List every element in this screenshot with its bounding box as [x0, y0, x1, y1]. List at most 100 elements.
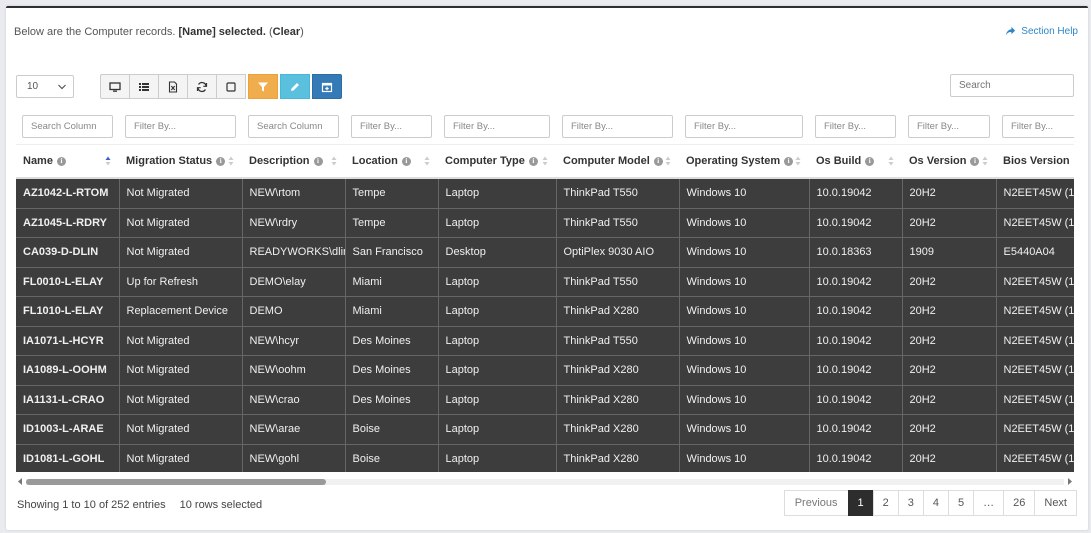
page-3-button[interactable]: 3 — [897, 490, 924, 516]
cell-name: FL1010-L-ELAY — [16, 296, 120, 327]
records-table: Search Column Filter By... Search Column Fi… — [16, 108, 1074, 472]
cell-location: Des Moines — [345, 326, 439, 356]
page-4-button[interactable]: 4 — [922, 490, 949, 516]
column-filter-location[interactable]: Filter By... — [351, 114, 432, 138]
cell-location: Boise — [345, 414, 439, 445]
cell-computer-model: ThinkPad X280 — [556, 385, 680, 415]
column-header-os-version[interactable]: Os Version i — [902, 144, 996, 179]
column-header-location[interactable]: Location i — [345, 144, 438, 179]
column-header-bios-version[interactable]: Bios Versioni — [996, 144, 1074, 179]
column-filter-description[interactable]: Search Column — [248, 114, 339, 138]
column-header-migration-status[interactable]: Migration Status i — [119, 144, 242, 179]
sort-icon[interactable] — [228, 156, 234, 166]
table-row[interactable]: AZ1042-L-RTOM Not Migrated NEW\rtom Tempe La… — [16, 178, 1074, 209]
cell-os-build: 10.0.19042 — [809, 385, 903, 415]
scrollbar-thumb[interactable] — [26, 479, 326, 485]
cell-os-build: 10.0.19042 — [809, 208, 903, 238]
table-row[interactable]: IA1071-L-HCYR Not Migrated NEW\hcyr Des Moi… — [16, 326, 1074, 356]
filter-button[interactable] — [248, 74, 278, 99]
table-row[interactable]: IA1089-L-OOHM Not Migrated NEW\oohm Des Moi… — [16, 355, 1074, 386]
column-header-name[interactable]: Name i — [16, 144, 119, 179]
page-1-button[interactable]: 1 — [847, 490, 874, 516]
section-help-link[interactable]: Section Help — [1005, 26, 1078, 37]
column-filter-computer-model[interactable]: Filter By... — [562, 114, 673, 138]
edit-button[interactable] — [280, 74, 310, 99]
page-2-button[interactable]: 2 — [872, 490, 899, 516]
column-header-os-build[interactable]: Os Build i — [809, 144, 902, 179]
info-icon[interactable]: i — [313, 157, 323, 166]
cell-description: NEW\crao — [242, 385, 346, 415]
column-filter-migration-status[interactable]: Filter By... — [125, 114, 236, 138]
info-icon[interactable]: i — [56, 157, 66, 166]
cell-location: Tempe — [345, 208, 439, 238]
clear-link[interactable]: Clear — [273, 26, 301, 38]
export-excel-button[interactable] — [158, 74, 188, 99]
next-page-button[interactable]: Next — [1034, 490, 1077, 516]
column-header-computer-model[interactable]: Computer Model i — [556, 144, 679, 179]
add-schedule-button[interactable] — [312, 74, 342, 99]
sort-icon[interactable] — [982, 156, 988, 166]
info-icon[interactable]: i — [528, 157, 538, 166]
list-icon — [139, 82, 149, 91]
cell-operating-system: Windows 10 — [679, 178, 810, 209]
column-header-label: Computer Model — [563, 155, 650, 167]
cell-computer-type: Laptop — [438, 208, 557, 238]
cell-migration-status: Not Migrated — [119, 208, 243, 238]
page-26-button[interactable]: 26 — [1003, 490, 1036, 516]
info-icon[interactable]: i — [784, 157, 794, 166]
info-icon[interactable]: i — [401, 157, 411, 166]
sort-icon[interactable] — [888, 156, 894, 166]
table-row[interactable]: IA1131-L-CRAO Not Migrated NEW\crao Des Moi… — [16, 385, 1074, 415]
column-filter-name[interactable]: Search Column — [22, 114, 113, 138]
info-icon[interactable]: i — [216, 157, 226, 166]
cell-location: Boise — [345, 444, 439, 472]
sort-icon[interactable] — [424, 156, 430, 166]
sort-icon[interactable] — [665, 156, 671, 166]
cell-os-version: 20H2 — [902, 267, 997, 297]
column-filter-os-build[interactable]: Filter By... — [815, 114, 896, 138]
table-row[interactable]: CA039-D-DLIN Not Migrated READYWORKS\dlin S… — [16, 237, 1074, 268]
cell-name: IA1071-L-HCYR — [16, 326, 120, 356]
records-table-wrapper: Search Column Filter By... Search Column Fi… — [16, 108, 1074, 472]
table-row[interactable]: ID1003-L-ARAE Not Migrated NEW\arae Boise La… — [16, 414, 1074, 445]
select-all-button[interactable] — [216, 74, 246, 99]
table-row[interactable]: AZ1045-L-RDRY Not Migrated NEW\rdry Tempe La… — [16, 208, 1074, 238]
info-icon[interactable]: i — [970, 157, 980, 166]
list-view-button[interactable] — [129, 74, 159, 99]
column-filter-bios-version[interactable]: Filter By... — [1002, 114, 1074, 138]
column-header-operating-system[interactable]: Operating System i — [679, 144, 809, 179]
column-filter-computer-type[interactable]: Filter By... — [444, 114, 550, 138]
column-header-computer-type[interactable]: Computer Type i — [438, 144, 556, 179]
info-icon[interactable]: i — [653, 157, 663, 166]
cell-os-version: 1909 — [902, 237, 997, 268]
cell-computer-model: ThinkPad X280 — [556, 414, 680, 445]
cell-os-build: 10.0.19042 — [809, 355, 903, 386]
sort-ascending-icon[interactable] — [105, 156, 111, 166]
info-icon[interactable]: i — [865, 157, 875, 166]
scroll-right-icon[interactable] — [1066, 477, 1074, 486]
cell-computer-type: Laptop — [438, 296, 557, 327]
cell-computer-type: Desktop — [438, 237, 557, 268]
horizontal-scrollbar[interactable] — [16, 477, 1074, 486]
cell-name: IA1131-L-CRAO — [16, 385, 120, 415]
monitor-view-button[interactable] — [100, 74, 130, 99]
sort-icon[interactable] — [542, 156, 548, 166]
previous-page-button[interactable]: Previous — [783, 490, 849, 516]
refresh-button[interactable] — [187, 74, 217, 99]
cell-bios-version: N2EET45W (1.27 ) — [996, 178, 1074, 209]
cell-os-version: 20H2 — [902, 296, 997, 327]
scroll-left-icon[interactable] — [16, 477, 24, 486]
column-filter-operating-system[interactable]: Filter By... — [685, 114, 803, 138]
column-filter-os-version[interactable]: Filter By... — [908, 114, 990, 138]
table-row[interactable]: ID1081-L-GOHL Not Migrated NEW\gohl Boise La… — [16, 444, 1074, 472]
column-header-description[interactable]: Description i — [242, 144, 345, 179]
header-row: Name i Migration Status i Description i Locati… — [16, 144, 1074, 179]
sort-icon[interactable] — [331, 156, 337, 166]
page-5-button[interactable]: 5 — [948, 490, 975, 516]
sort-icon[interactable] — [795, 156, 801, 166]
search-input[interactable] — [950, 74, 1074, 97]
table-row[interactable]: FL1010-L-ELAY Replacement Device DEMO Miami… — [16, 296, 1074, 327]
column-header-label: Name — [23, 155, 53, 167]
table-row[interactable]: FL0010-L-ELAY Up for Refresh DEMO\elay Miam… — [16, 267, 1074, 297]
page-size-select[interactable]: 10 — [16, 75, 74, 98]
